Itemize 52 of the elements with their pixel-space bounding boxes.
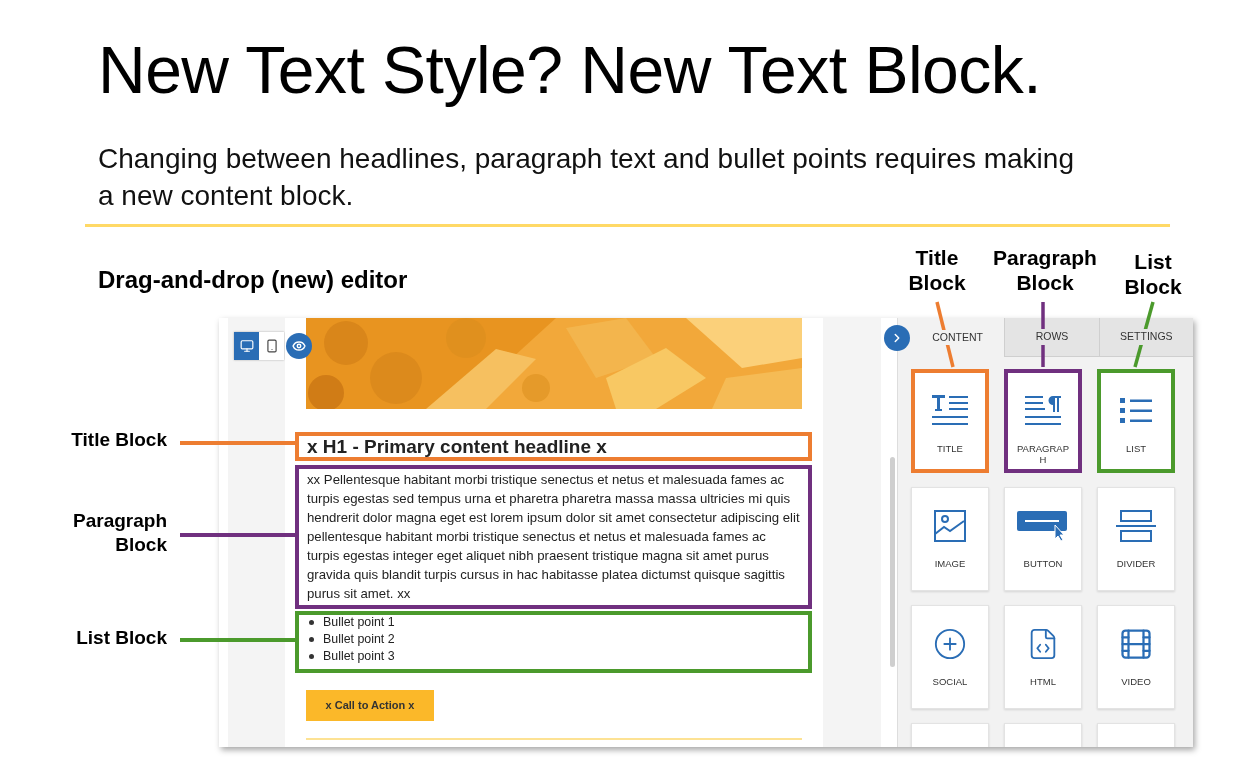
video-film-icon [1118,626,1154,662]
panel-tab[interactable]: SETTINGS [1098,318,1193,357]
plus-circle-icon [933,627,967,661]
eye-icon [292,339,306,353]
tile-label: PARAGRAP H [1015,443,1071,465]
image-block-tile[interactable]: IMAGE [911,487,989,591]
call-to-action-button[interactable]: x Call to Action x [306,690,434,721]
paragraph-text: xx Pellentesque habitant morbi tristique senectus et netus et malesuada fames ac turpis egestas sed tempus urna et pharetra pharetra massa massa ultricies mi quis hendrerit dolor magna eget est lorem ipsum dolor sit amet consectetur adipiscing elit pellentesque habitant morbi tristique senectus et netus et malesuada fames ac turpis egestas integer eget aliquet nibh praesent tristique magna sit amet purus gravida quis blandit turpis cursus in hac habitasse platea dictumst quisque sagittis purus sit amet. xx [307,471,800,603]
callout-label: Paragraph Block [73,509,167,557]
bullet-item: Bullet point 2 [323,630,395,648]
slide-subtitle: Changing between headlines, paragraph text and bullet points requires making a new content block. [98,142,1075,213]
divider-block-tile[interactable]: DIVIDER [1097,487,1175,591]
paragraph-text-icon [1025,395,1061,427]
mobile-view-button[interactable] [259,332,284,360]
list-block-tile[interactable]: LIST [1097,369,1175,473]
tile-label: DIVIDER [1115,558,1157,569]
button-block-tile[interactable]: BUTTON [1004,487,1082,591]
video-block-tile[interactable]: VIDEO [1097,605,1175,709]
divider-icon [1116,510,1156,542]
desktop-view-button[interactable] [234,332,259,360]
phone-icon [264,339,279,353]
button-cursor-icon [1017,511,1069,541]
tab-label: ROWS [1034,329,1070,345]
scrollbar-thumb[interactable] [890,457,895,667]
tile-label: SOCIAL [931,676,969,687]
social-block-tile[interactable]: SOCIAL [911,605,989,709]
tab-label: CONTENT [931,329,985,346]
html-block-tile[interactable]: HTML [1004,605,1082,709]
image-icon [934,510,966,542]
slide-title: New Text Style? New Text Block. [98,34,1042,106]
callout-label: List Block [76,626,167,650]
paragraph-block-tile[interactable]: PARAGRAP H [1004,369,1082,473]
tile-label: LIST [1124,443,1148,454]
callout-label: Paragraph Block [993,245,1097,295]
panel-tab[interactable]: ROWS [1004,318,1099,357]
callout-label: Title Block [908,245,966,295]
tile-label: TITLE [936,443,964,454]
bullet-item: Bullet point 3 [323,647,395,665]
callout-label: Title Block [71,428,167,452]
bullet-item: Bullet point 1 [323,613,395,631]
tab-label: SETTINGS [1119,329,1174,345]
callout-label: List Block [1124,249,1182,299]
list-icon [1120,398,1152,424]
headline: x H1 - Primary content headline x [307,436,607,457]
section-heading: Drag-and-drop (new) editor [98,265,408,295]
tile-label: VIDEO [1120,676,1152,687]
monitor-icon [239,339,254,353]
tile-label: BUTTON [1022,558,1064,569]
title-text-icon [932,395,968,427]
tile-label: HTML [1029,676,1057,687]
title-block-tile[interactable]: TITLE [911,369,989,473]
tile-label: IMAGE [933,558,967,569]
